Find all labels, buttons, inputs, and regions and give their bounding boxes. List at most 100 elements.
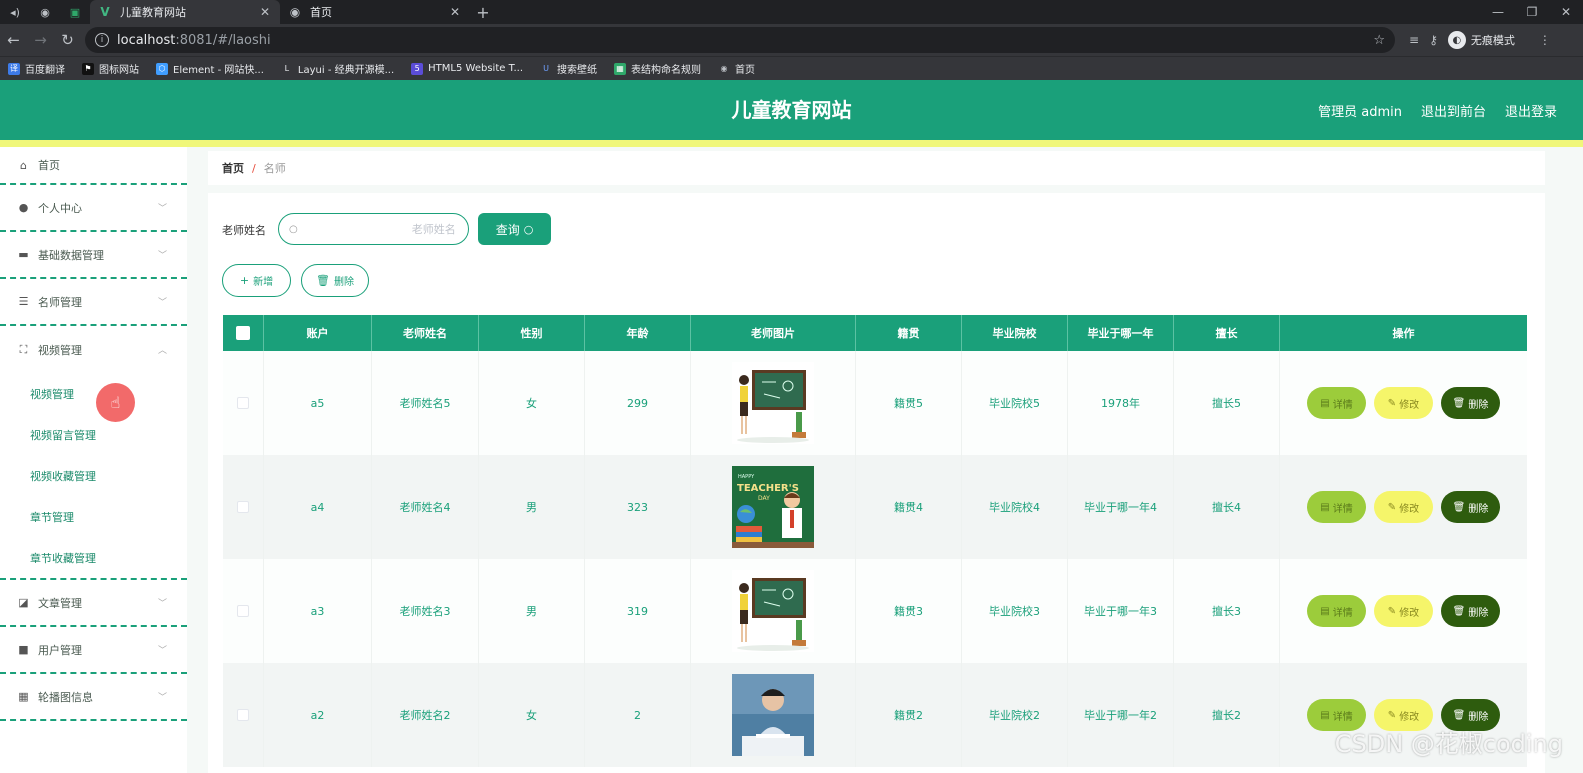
sidebar-subitem-chapter-favorites[interactable]: 章节收藏管理: [0, 537, 187, 578]
close-window-icon[interactable]: ✕: [1549, 5, 1583, 19]
row-checkbox[interactable]: [237, 501, 249, 513]
close-icon[interactable]: ✕: [260, 5, 270, 19]
trash-icon: 🗑: [1452, 709, 1466, 721]
delete-button[interactable]: 🗑 删除: [1441, 387, 1500, 419]
sidebar-item-video-mgmt[interactable]: ⛶ 视频管理 ︿: [0, 326, 187, 373]
browser-tab-bar: ◂) ◉ ▣ V 儿童教育网站 ✕ ◉ 首页 ✕ + — ❐ ✕: [0, 0, 1583, 24]
sidebar-item-label: 个人中心: [38, 201, 82, 215]
select-all-checkbox[interactable]: [236, 326, 250, 340]
detail-button[interactable]: ▤ 详情: [1307, 387, 1366, 419]
edit-label: 修改: [1399, 711, 1420, 723]
key-icon[interactable]: ⚷: [1429, 33, 1438, 47]
bookmark-element[interactable]: ⬡ Element - 网站快...: [156, 61, 264, 76]
column-header[interactable]: 擅长: [1174, 315, 1280, 351]
column-header[interactable]: 毕业院校: [962, 315, 1068, 351]
bookmark-icon-site[interactable]: ⚑ 图标网站: [82, 61, 139, 76]
sidebar-item-basic-data[interactable]: ▬ 基础数据管理 ﹀: [0, 232, 187, 279]
plus-icon: +: [239, 274, 250, 287]
info-icon[interactable]: i: [95, 33, 109, 47]
table-row: a3 老师姓名3 男 319 籍贯3 毕业院校3 毕业于哪一年3 擅长3 ▤ 详…: [223, 559, 1527, 663]
edit-button[interactable]: ✎ 修改: [1374, 387, 1433, 419]
cell-name: 老师姓名4: [372, 455, 479, 559]
teacher-table: 账户 老师姓名 性别 年龄 老师图片 籍贯 毕业院校 毕业于哪一年 擅长 操作 …: [223, 315, 1527, 767]
sidebar-item-carousel[interactable]: ▦ 轮播图信息 ﹀: [0, 674, 187, 721]
column-header[interactable]: 老师姓名: [372, 315, 479, 351]
edit-button[interactable]: ✎ 修改: [1374, 491, 1433, 523]
url-host: localhost: [117, 32, 176, 48]
forward-icon[interactable]: →: [27, 31, 54, 49]
teachers-day-image[interactable]: HAPPY TEACHER'S DAY: [732, 466, 814, 548]
batch-delete-button[interactable]: 🗑 删除: [301, 264, 369, 297]
sidebar-item-personal-center[interactable]: ● 个人中心 ﹀: [0, 185, 187, 232]
sidebar-item-label: 首页: [38, 159, 60, 172]
cell-origin: 籍贯2: [856, 663, 962, 767]
sidebar-item-home[interactable]: ⌂ 首页: [0, 147, 187, 185]
to-front-link[interactable]: 退出到前台: [1421, 101, 1486, 120]
column-header[interactable]: 籍贯: [856, 315, 962, 351]
close-icon[interactable]: ✕: [450, 5, 460, 19]
globe-icon[interactable]: ◉: [30, 0, 60, 24]
reload-icon[interactable]: ↻: [54, 31, 81, 49]
bookmark-home[interactable]: ◉ 首页: [718, 61, 756, 76]
url-field[interactable]: i localhost :8081/#/laoshi ☆: [85, 27, 1395, 53]
sidebar-subitem-chapters[interactable]: 章节管理: [0, 496, 187, 537]
cell-age: 299: [585, 351, 691, 455]
green-app-icon[interactable]: ▣: [60, 0, 90, 24]
document-icon: ▤: [1320, 501, 1330, 513]
bookmark-label: Element - 网站快...: [173, 65, 264, 76]
bookmark-html5[interactable]: 5 HTML5 Website T...: [411, 62, 523, 75]
query-button[interactable]: 查询 ○: [478, 213, 551, 245]
man-studying-image[interactable]: [732, 674, 814, 756]
delete-button[interactable]: 🗑 删除: [1441, 595, 1500, 627]
row-checkbox[interactable]: [237, 397, 249, 409]
new-tab-button[interactable]: +: [470, 3, 496, 22]
row-checkbox[interactable]: [237, 709, 249, 721]
edit-button[interactable]: ✎ 修改: [1374, 595, 1433, 627]
teacher-blackboard-image[interactable]: [732, 570, 814, 652]
bookmark-naming-rules[interactable]: ▦ 表结构命名规则: [614, 61, 701, 76]
column-header[interactable]: 毕业于哪一年: [1068, 315, 1174, 351]
reading-list-icon[interactable]: ≡: [1409, 33, 1419, 47]
column-header[interactable]: 老师图片: [691, 315, 856, 351]
logout-link[interactable]: 退出登录: [1505, 101, 1557, 120]
bookmark-layui[interactable]: L Layui - 经典开源模...: [281, 61, 394, 76]
bookmark-star-icon[interactable]: ☆: [1373, 33, 1385, 48]
pencil-icon: ✎: [1387, 605, 1397, 617]
add-button[interactable]: + 新增: [222, 264, 291, 297]
column-header[interactable]: 年龄: [585, 315, 691, 351]
pencil-icon: ✎: [1387, 501, 1397, 513]
search-label: 老师姓名: [222, 224, 266, 237]
teacher-blackboard-image[interactable]: [732, 362, 814, 444]
detail-button[interactable]: ▤ 详情: [1307, 491, 1366, 523]
sidebar-subitem-video[interactable]: 视频管理: [0, 373, 187, 414]
detail-button[interactable]: ▤ 详情: [1307, 595, 1366, 627]
row-checkbox[interactable]: [237, 605, 249, 617]
minimize-icon[interactable]: —: [1481, 5, 1515, 19]
menu-icon[interactable]: ⋮: [1539, 33, 1551, 47]
browser-tab-active[interactable]: V 儿童教育网站 ✕: [90, 0, 280, 24]
browser-tab[interactable]: ◉ 首页 ✕: [280, 0, 470, 24]
translate-icon: 译: [8, 62, 20, 75]
chevron-up-icon: ︿: [157, 346, 167, 356]
sidebar-item-users[interactable]: ■ 用户管理 ﹀: [0, 627, 187, 674]
sidebar-subitem-video-favorites[interactable]: 视频收藏管理: [0, 455, 187, 496]
sidebar-item-teacher-mgmt[interactable]: ☰ 名师管理 ﹀: [0, 279, 187, 326]
bookmark-wallpaper[interactable]: U 搜索壁纸: [540, 61, 597, 76]
image-text-happy: HAPPY: [738, 474, 755, 480]
sidebar-subitem-video-comments[interactable]: 视频留言管理: [0, 414, 187, 455]
sidebar-item-articles[interactable]: ◪ 文章管理 ﹀: [0, 580, 187, 627]
tab-scroll-left-icon[interactable]: ◂): [0, 0, 30, 24]
incognito-indicator[interactable]: ◐ 无痕模式: [1447, 31, 1525, 49]
breadcrumb-home[interactable]: 首页: [222, 160, 244, 176]
column-header[interactable]: 性别: [479, 315, 585, 351]
column-header[interactable]: 账户: [264, 315, 372, 351]
bookmark-baidu-translate[interactable]: 译百度翻译: [8, 61, 65, 76]
delete-button[interactable]: 🗑 删除: [1441, 491, 1500, 523]
document-icon: ▤: [1320, 397, 1330, 409]
restore-icon[interactable]: ❐: [1515, 5, 1549, 19]
detail-label: 详情: [1332, 607, 1353, 619]
back-icon[interactable]: ←: [0, 31, 27, 49]
trash-icon: 🗑: [1452, 501, 1466, 513]
sidebar-item-label: 基础数据管理: [38, 248, 104, 262]
teacher-name-input[interactable]: [305, 222, 456, 236]
